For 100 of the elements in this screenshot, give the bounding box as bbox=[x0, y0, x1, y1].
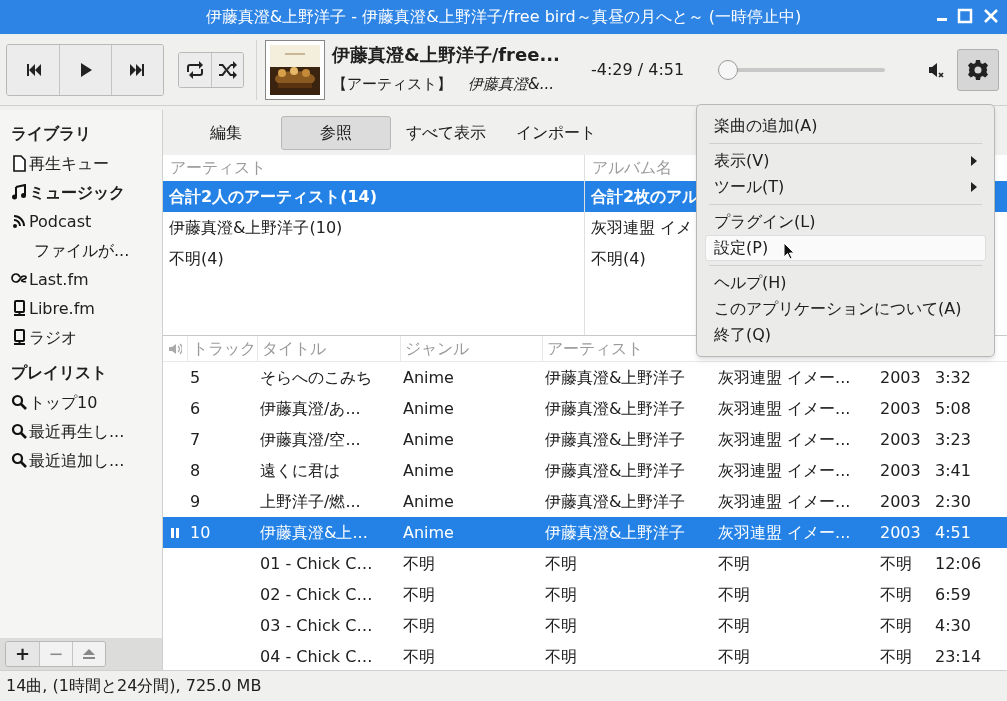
table-cell: 灰羽連盟 イメー... bbox=[718, 460, 851, 480]
table-cell: 3:41 bbox=[935, 460, 971, 480]
tab[interactable]: インポート bbox=[501, 115, 611, 150]
tab[interactable]: すべて表示 bbox=[391, 115, 501, 150]
table-cell: 伊藤真澄&上野洋子 bbox=[545, 522, 686, 542]
next-button[interactable] bbox=[111, 44, 163, 95]
table-cell: そらへのこみち bbox=[260, 367, 372, 387]
track-row[interactable]: 01 - Chick C… 不明 不明 不明 不明 12:06 bbox=[163, 548, 1007, 579]
table-cell: 上野洋子/燃... bbox=[260, 491, 361, 511]
table-cell: 03 - Chick C… bbox=[260, 615, 373, 635]
settings-icon bbox=[967, 58, 990, 81]
track-row[interactable]: 10 伊藤真澄&上... Anime 伊藤真澄&上野洋子 灰羽連盟 イメー... 2003 4:51 bbox=[163, 517, 1007, 548]
list-item[interactable]: 合計2人のアーティスト(14) bbox=[163, 181, 584, 212]
table-cell: 不明 bbox=[718, 584, 750, 604]
table-cell: Anime bbox=[403, 460, 454, 480]
table-cell: 2003 bbox=[880, 398, 921, 418]
table-cell: Anime bbox=[403, 491, 454, 511]
time-display: -4:29 / 4:51 bbox=[591, 58, 685, 81]
table-cell: 遠くに君は bbox=[260, 460, 340, 480]
menu-item[interactable]: 設定(P) bbox=[705, 235, 986, 261]
shuffle-icon bbox=[217, 59, 238, 80]
track-row[interactable]: 02 - Chick C… 不明 不明 不明 不明 6:59 bbox=[163, 579, 1007, 610]
table-cell: 不明 bbox=[545, 584, 577, 604]
table-cell: 10 bbox=[190, 522, 211, 542]
tab[interactable]: 編集 bbox=[171, 115, 281, 150]
menu-item[interactable]: このアプリケーションについて(A) bbox=[705, 296, 986, 322]
previous-button[interactable] bbox=[7, 44, 59, 95]
menu-item[interactable]: ヘルプ(H) bbox=[705, 270, 986, 296]
track-row[interactable]: 04 - Chick C… 不明 不明 不明 不明 23:14 bbox=[163, 641, 1007, 672]
track-row[interactable]: 7 伊藤真澄/空... Anime 伊藤真澄&上野洋子 灰羽連盟 イメー... 2003 3:23 bbox=[163, 424, 1007, 455]
sidebar-item[interactable]: ラジオ bbox=[11, 323, 162, 352]
track-title: 伊藤真澄&上野洋子/free... bbox=[332, 43, 561, 68]
track-row[interactable]: 03 - Chick C… 不明 不明 不明 不明 4:30 bbox=[163, 610, 1007, 641]
track-row[interactable]: 8 遠くに君は Anime 伊藤真澄&上野洋子 灰羽連盟 イメー... 2003 3:41 bbox=[163, 455, 1007, 486]
table-cell: 不明 bbox=[545, 553, 577, 573]
search-icon bbox=[11, 452, 28, 469]
sidebar-item[interactable]: Last.fm bbox=[11, 265, 162, 294]
sidebar-item[interactable]: トップ10 bbox=[11, 388, 162, 417]
table-cell: 不明 bbox=[718, 646, 750, 666]
table-cell: 伊藤真澄&上野洋子 bbox=[545, 491, 686, 511]
table-cell: 不明 bbox=[403, 615, 435, 635]
sidebar-item[interactable]: Podcast bbox=[11, 207, 162, 236]
table-cell: 不明 bbox=[403, 553, 435, 573]
eject-button[interactable] bbox=[72, 642, 105, 666]
table-cell: 5:08 bbox=[935, 398, 971, 418]
play-button[interactable] bbox=[59, 44, 111, 95]
table-cell: 灰羽連盟 イメー... bbox=[718, 429, 851, 449]
list-item[interactable]: 伊藤真澄&上野洋子(10) bbox=[163, 212, 584, 243]
settings-button[interactable] bbox=[957, 48, 1000, 91]
table-cell: 9 bbox=[190, 491, 201, 511]
add-button[interactable]: + bbox=[6, 642, 39, 666]
shuffle-button[interactable] bbox=[211, 52, 243, 87]
table-cell: 2003 bbox=[880, 367, 921, 387]
sidebar-item[interactable]: Libre.fm bbox=[11, 294, 162, 323]
window-title: 伊藤真澄&上野洋子 - 伊藤真澄&上野洋子/free bird～真昼の月へと～ (一時停止中) bbox=[205, 6, 802, 28]
sidebar-item[interactable]: ファイルが... bbox=[11, 236, 162, 265]
table-cell: 04 - Chick C… bbox=[260, 646, 373, 666]
sidebar-item[interactable]: 最近再生し... bbox=[11, 417, 162, 446]
file-icon bbox=[11, 155, 28, 172]
table-cell: 6 bbox=[190, 398, 201, 418]
table-cell: 2:30 bbox=[935, 491, 971, 511]
table-cell: 伊藤真澄&上野洋子 bbox=[545, 460, 686, 480]
track-row[interactable]: 9 上野洋子/燃... Anime 伊藤真澄&上野洋子 灰羽連盟 イメー... 2003 2:30 bbox=[163, 486, 1007, 517]
menu-item[interactable]: 楽曲の追加(A) bbox=[705, 113, 986, 139]
table-cell: 灰羽連盟 イメー... bbox=[718, 491, 851, 511]
sidebar-item[interactable]: ミュージック bbox=[11, 178, 162, 207]
table-cell: 伊藤真澄&上野洋子 bbox=[545, 367, 686, 387]
list-item[interactable]: 不明(4) bbox=[163, 243, 584, 274]
menu-item[interactable]: ツール(T) bbox=[705, 174, 986, 200]
table-cell: Anime bbox=[403, 522, 454, 542]
search-icon bbox=[11, 423, 28, 440]
submenu-arrow-icon bbox=[971, 182, 977, 192]
repeat-button[interactable] bbox=[179, 52, 211, 87]
device-icon bbox=[11, 300, 28, 317]
table-cell: 6:59 bbox=[935, 584, 971, 604]
menu-item[interactable]: 表示(V) bbox=[705, 148, 986, 174]
table-cell: 02 - Chick C… bbox=[260, 584, 373, 604]
table-cell: 23:14 bbox=[935, 646, 982, 666]
sidebar-item[interactable]: 最近追加し... bbox=[11, 446, 162, 475]
sidebar-item[interactable]: 再生キュー bbox=[11, 149, 162, 178]
table-cell: Anime bbox=[403, 429, 454, 449]
table-cell: 不明 bbox=[880, 584, 912, 604]
minimize-icon bbox=[937, 18, 947, 21]
table-cell: 2003 bbox=[880, 429, 921, 449]
close-icon bbox=[983, 8, 999, 24]
table-cell: Anime bbox=[403, 398, 454, 418]
table-cell: 3:23 bbox=[935, 429, 971, 449]
table-cell: 7 bbox=[190, 429, 201, 449]
table-cell: 不明 bbox=[718, 615, 750, 635]
search-icon bbox=[11, 394, 28, 411]
rss-icon bbox=[11, 213, 28, 230]
tab[interactable]: 参照 bbox=[281, 115, 391, 150]
table-cell: 不明 bbox=[403, 646, 435, 666]
table-cell: 12:06 bbox=[935, 553, 982, 573]
track-row[interactable]: 5 そらへのこみち Anime 伊藤真澄&上野洋子 灰羽連盟 イメー... 2003 3:32 bbox=[163, 362, 1007, 393]
table-cell: 灰羽連盟 イメー... bbox=[718, 367, 851, 387]
track-row[interactable]: 6 伊藤真澄/あ... Anime 伊藤真澄&上野洋子 灰羽連盟 イメー... 2003 5:08 bbox=[163, 393, 1007, 424]
table-cell: 不明 bbox=[880, 615, 912, 635]
menu-item[interactable]: プラグイン(L) bbox=[705, 209, 986, 235]
table-cell: 3:32 bbox=[935, 367, 971, 387]
